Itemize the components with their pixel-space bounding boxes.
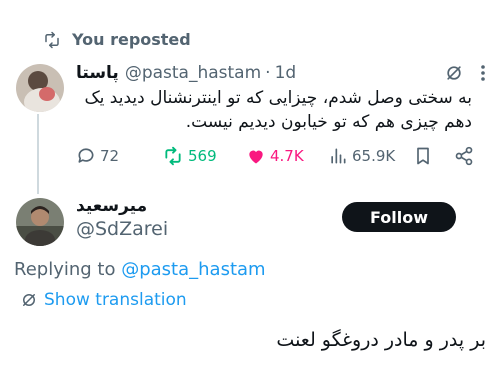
show-translation-label: Show translation <box>44 290 187 310</box>
heart-icon <box>246 146 266 166</box>
show-translation-link[interactable]: Show translation <box>20 290 187 310</box>
bookmark-icon <box>414 146 432 166</box>
translate-icon <box>20 291 38 309</box>
grok-icon[interactable] <box>444 63 464 83</box>
repost-indicator: You reposted <box>42 30 191 49</box>
replying-mention-link[interactable]: @pasta_hastam <box>121 259 265 280</box>
views-chart-icon <box>328 146 348 166</box>
follow-button[interactable]: Follow <box>342 202 456 232</box>
author-avatar[interactable] <box>16 64 64 112</box>
replying-prefix: Replying to <box>14 259 116 280</box>
author-handle[interactable]: @pasta_hastam <box>125 63 261 83</box>
tweet-text-line: دهم چیزی هم که تو خیابون دیدیم نیست. <box>185 112 472 132</box>
share-button[interactable] <box>454 146 474 166</box>
repost-count: 569 <box>188 147 217 165</box>
reply-author-handle[interactable]: @SdZarei <box>76 218 168 240</box>
share-icon <box>454 146 474 166</box>
reply-author-name[interactable]: میرسعید <box>76 196 147 216</box>
views-button[interactable]: 65.9K <box>328 146 395 166</box>
more-options-icon[interactable] <box>480 63 486 83</box>
bookmark-button[interactable] <box>414 146 432 166</box>
repost-label: You reposted <box>72 30 191 49</box>
reply-button[interactable]: 72 <box>76 146 119 166</box>
like-button[interactable]: 4.7K <box>246 146 304 166</box>
reply-icon <box>76 146 96 166</box>
like-count: 4.7K <box>270 147 304 165</box>
thread-line <box>37 114 39 194</box>
tweet-text: به سختی وصل شدم، چیزایی که تو اینترنشنال… <box>62 86 472 134</box>
author-name[interactable]: پاستا <box>76 63 119 83</box>
replying-to: Replying to @pasta_hastam <box>14 259 266 280</box>
separator: · <box>265 63 271 83</box>
reply-text: بر پدر و مادر دروغگو لعنت <box>276 329 486 351</box>
tweet-time[interactable]: 1d <box>275 63 297 83</box>
reply-author-avatar[interactable] <box>16 198 64 246</box>
tweet-header: پاستا @pasta_hastam · 1d <box>76 60 486 86</box>
tweet-actions: 72 569 4.7K 65.9K <box>76 146 476 170</box>
repost-button[interactable]: 569 <box>162 146 217 166</box>
repost-icon <box>42 31 62 49</box>
views-count: 65.9K <box>352 147 396 165</box>
tweet-text-line: به سختی وصل شدم، چیزایی که تو اینترنشنال… <box>84 88 472 108</box>
repost-icon <box>162 146 184 166</box>
reply-count: 72 <box>100 147 120 165</box>
